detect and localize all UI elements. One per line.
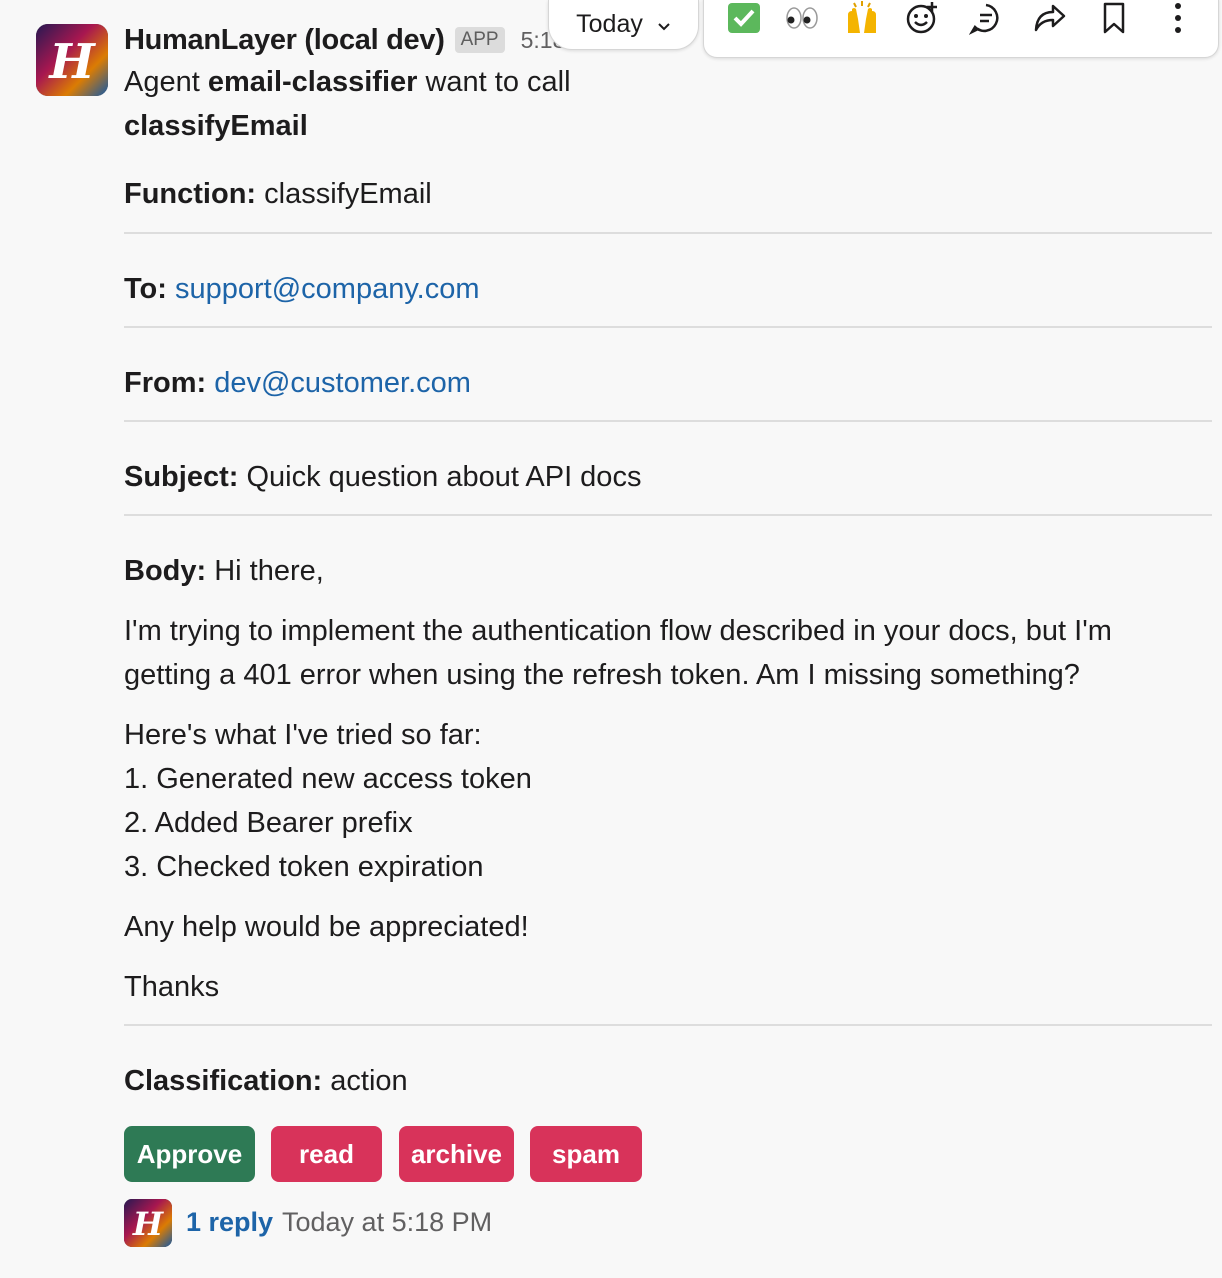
from-field: From: dev@customer.com [124, 367, 471, 400]
spam-button[interactable]: spam [530, 1126, 642, 1182]
body-step: 1. Generated new access token [124, 763, 532, 795]
body-tried-line: Here's what I've tried so far: [124, 719, 482, 751]
message-actions-toolbar [703, 0, 1219, 58]
reply-avatar[interactable]: H [124, 1199, 172, 1247]
forward-icon[interactable] [1028, 0, 1072, 38]
app-badge: APP [454, 27, 505, 53]
intro-prefix: Agent [124, 66, 208, 98]
from-label: From: [124, 367, 207, 399]
to-label: To: [124, 273, 167, 305]
body-step: 3. Checked token expiration [124, 851, 484, 883]
sender-name[interactable]: HumanLayer (local dev) [124, 24, 445, 57]
body-help-line: Any help would be appreciated! [124, 911, 529, 943]
body-thanks-line: Thanks [124, 971, 220, 1003]
thread-reply-time: Today at 5:18 PM [282, 1207, 493, 1237]
body-paragraph-line: I'm trying to implement the authenticati… [124, 615, 1112, 647]
subject-label: Subject: [124, 461, 239, 493]
svg-text:H: H [47, 34, 96, 90]
divider [124, 232, 1212, 234]
divider [124, 420, 1212, 422]
function-call-name: classifyEmail [124, 110, 308, 143]
divider [124, 326, 1212, 328]
classification-label: Classification: [124, 1065, 323, 1097]
body-field: Body: Hi there, [124, 555, 324, 588]
app-avatar[interactable]: H [36, 24, 108, 96]
from-email-link[interactable]: dev@customer.com [214, 367, 471, 399]
body-paragraph-line: getting a 401 error when using the refre… [124, 659, 1080, 691]
white-check-mark-icon[interactable] [722, 0, 766, 38]
more-actions-icon[interactable] [1156, 0, 1200, 38]
to-email-link[interactable]: support@company.com [175, 273, 480, 305]
function-value: classifyEmail [264, 178, 432, 210]
to-field: To: support@company.com [124, 273, 480, 306]
classification-field: Classification: action [124, 1065, 408, 1098]
eyes-icon[interactable] [780, 0, 824, 38]
read-button[interactable]: read [271, 1126, 382, 1182]
subject-field: Subject: Quick question about API docs [124, 461, 641, 494]
message-header: HumanLayer (local dev) APP 5:18 [124, 20, 565, 60]
reply-in-thread-icon[interactable] [964, 0, 1008, 38]
classification-value: action [330, 1065, 408, 1097]
chevron-down-icon [657, 10, 671, 39]
date-label: Today [576, 10, 643, 38]
function-call-label: classifyEmail [124, 110, 308, 142]
svg-text:H: H [132, 1205, 165, 1243]
function-field: Function: classifyEmail [124, 178, 432, 211]
divider [124, 514, 1212, 516]
date-jump-button[interactable]: Today [548, 0, 699, 50]
subject-value: Quick question about API docs [246, 461, 642, 493]
body-greeting: Hi there, [214, 555, 324, 587]
divider [124, 1024, 1212, 1026]
raised-hands-icon[interactable] [840, 0, 884, 38]
body-step: 2. Added Bearer prefix [124, 807, 413, 839]
archive-button[interactable]: archive [399, 1126, 514, 1182]
agent-name: email-classifier [207, 66, 418, 98]
function-label: Function: [124, 178, 257, 210]
add-reaction-icon[interactable] [900, 0, 944, 38]
thread-reply-link[interactable]: 1 reply [186, 1207, 273, 1238]
approve-button[interactable]: Approve [124, 1126, 255, 1182]
intro-text: Agent email-classifier want to call [124, 66, 571, 99]
intro-suffix: want to call [417, 66, 571, 98]
save-bookmark-icon[interactable] [1092, 0, 1136, 38]
body-label: Body: [124, 555, 207, 587]
